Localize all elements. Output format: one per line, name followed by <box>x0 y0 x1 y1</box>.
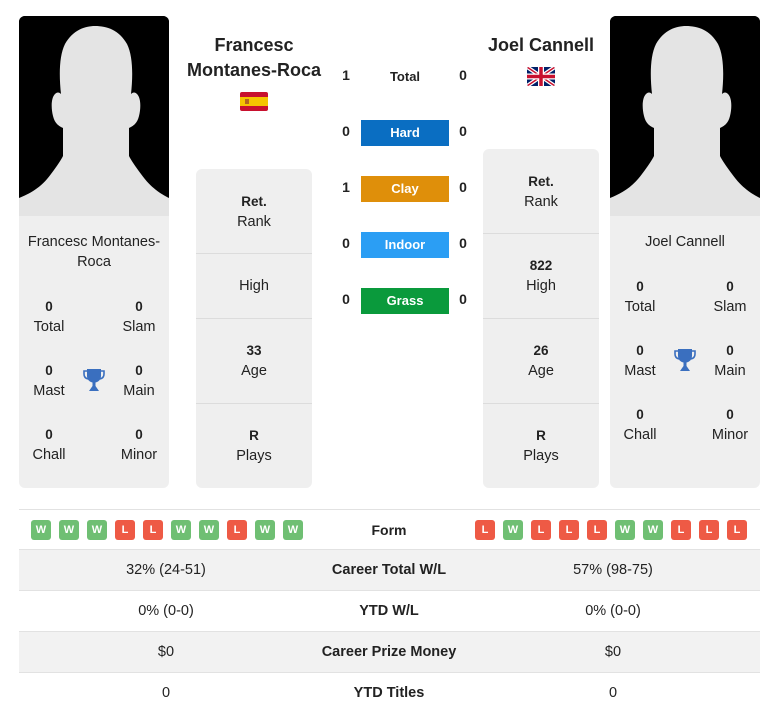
stat-row-ytd-titles: 0 YTD Titles 0 <box>19 673 760 714</box>
player2-rank: Ret. Rank <box>524 174 558 210</box>
player2-stat-value: 0% (0-0) <box>585 603 641 619</box>
h2h-grass-p1: 0 <box>342 291 350 307</box>
surface-grass-button[interactable]: Grass <box>361 288 449 314</box>
player2-info-panel: Ret. Rank 822 High 26 Age R Plays <box>483 149 599 488</box>
player2-titles-main: 0 Main <box>714 343 746 379</box>
h2h-indoor-p1: 0 <box>342 235 350 251</box>
form-win-badge[interactable]: W <box>283 520 303 540</box>
stat-row-career-total-wl: 32% (24-51) Career Total W/L 57% (98-75) <box>19 550 760 591</box>
player1-stat-value: 0% (0-0) <box>138 603 194 619</box>
player2-plays: R Plays <box>523 428 559 464</box>
player1-photo[interactable] <box>19 16 169 216</box>
player1-titles-slam: 0 Slam <box>122 299 156 335</box>
stat-row-career-prize-money: $0 Career Prize Money $0 <box>19 632 760 673</box>
player1-name[interactable]: Francesc Montanes-Roca <box>180 33 328 83</box>
divider <box>483 318 599 319</box>
player2-stat-value: 0 <box>608 685 618 701</box>
stat-label: Career Prize Money <box>321 644 457 660</box>
player1-rank: Ret. Rank <box>237 194 271 230</box>
form-loss-badge[interactable]: L <box>587 520 607 540</box>
stat-label: YTD Titles <box>353 685 425 701</box>
h2h-total-label: Total <box>389 69 421 84</box>
uk-flag-icon <box>527 67 555 86</box>
form-loss-badge[interactable]: L <box>699 520 719 540</box>
divider <box>483 233 599 234</box>
surface-clay-button[interactable]: Clay <box>361 176 449 202</box>
form-loss-badge[interactable]: L <box>727 520 747 540</box>
form-loss-badge[interactable]: L <box>227 520 247 540</box>
player1-plays: R Plays <box>236 428 272 464</box>
form-loss-badge[interactable]: L <box>143 520 163 540</box>
surface-indoor-button[interactable]: Indoor <box>361 232 449 258</box>
player2-card-name[interactable]: Joel Cannell <box>610 232 760 252</box>
player1-titles-mast: 0 Mast <box>33 363 65 399</box>
divider <box>196 318 312 319</box>
silhouette-icon <box>19 16 169 216</box>
player1-high: High <box>239 278 269 294</box>
form-win-badge[interactable]: W <box>31 520 51 540</box>
trophy-icon <box>673 347 697 373</box>
form-win-badge[interactable]: W <box>59 520 79 540</box>
stat-label: Career Total W/L <box>331 562 447 578</box>
form-win-badge[interactable]: W <box>643 520 663 540</box>
divider <box>483 403 599 404</box>
h2h-hard-p2: 0 <box>459 123 467 139</box>
divider <box>196 253 312 254</box>
player1-titles-chall: 0 Chall <box>32 427 66 463</box>
h2h-grass-p2: 0 <box>459 291 467 307</box>
player1-titles-main: 0 Main <box>123 363 155 399</box>
form-win-badge[interactable]: W <box>199 520 219 540</box>
form-win-badge[interactable]: W <box>255 520 275 540</box>
form-win-badge[interactable]: W <box>503 520 523 540</box>
divider <box>196 403 312 404</box>
player2-titles-slam: 0 Slam <box>713 279 747 315</box>
player2-stat-value: $0 <box>604 644 622 660</box>
form-row: WWWLLWWLWW Form LWLLLWWLLL <box>19 509 760 550</box>
player2-photo[interactable] <box>610 16 760 216</box>
player2-titles-chall: 0 Chall <box>623 407 657 443</box>
player1-info-panel: Ret. Rank High 33 Age R Plays <box>196 169 312 488</box>
player1-titles-total: 0 Total <box>33 299 65 335</box>
form-win-badge[interactable]: W <box>615 520 635 540</box>
player2-titles-minor: 0 Minor <box>711 407 749 443</box>
player1-card-name[interactable]: Francesc Montanes- Roca <box>19 232 169 272</box>
player2-high: 822 High <box>526 258 556 294</box>
h2h-clay-p2: 0 <box>459 179 467 195</box>
player2-age: 26 Age <box>528 343 554 379</box>
player2-stat-value: 57% (98-75) <box>573 562 653 578</box>
spain-flag-icon <box>240 92 268 111</box>
player1-stat-value: 0 <box>161 685 171 701</box>
form-win-badge[interactable]: W <box>171 520 191 540</box>
player2-titles-total: 0 Total <box>624 279 656 315</box>
player1-age: 33 Age <box>241 343 267 379</box>
h2h-hard-p1: 0 <box>342 123 350 139</box>
surface-hard-button[interactable]: Hard <box>361 120 449 146</box>
h2h-total-p2: 0 <box>459 67 467 83</box>
h2h-indoor-p2: 0 <box>459 235 467 251</box>
form-win-badge[interactable]: W <box>87 520 107 540</box>
form-loss-badge[interactable]: L <box>671 520 691 540</box>
silhouette-icon <box>610 16 760 216</box>
player2-name[interactable]: Joel Cannell <box>470 33 612 58</box>
form-label: Form <box>371 522 407 538</box>
player1-stat-value: $0 <box>157 644 175 660</box>
player1-card: Francesc Montanes- Roca <box>19 16 169 488</box>
player2-titles-mast: 0 Mast <box>624 343 656 379</box>
form-loss-badge[interactable]: L <box>559 520 579 540</box>
player1-titles-minor: 0 Minor <box>120 427 158 463</box>
trophy-icon <box>82 367 106 393</box>
player1-stat-value: 32% (24-51) <box>126 562 206 578</box>
h2h-total-p1: 1 <box>342 67 350 83</box>
form-loss-badge[interactable]: L <box>115 520 135 540</box>
form-loss-badge[interactable]: L <box>475 520 495 540</box>
h2h-clay-p1: 1 <box>342 179 350 195</box>
form-loss-badge[interactable]: L <box>531 520 551 540</box>
stat-row-ytd-wl: 0% (0-0) YTD W/L 0% (0-0) <box>19 591 760 632</box>
stat-label: YTD W/L <box>359 603 419 619</box>
